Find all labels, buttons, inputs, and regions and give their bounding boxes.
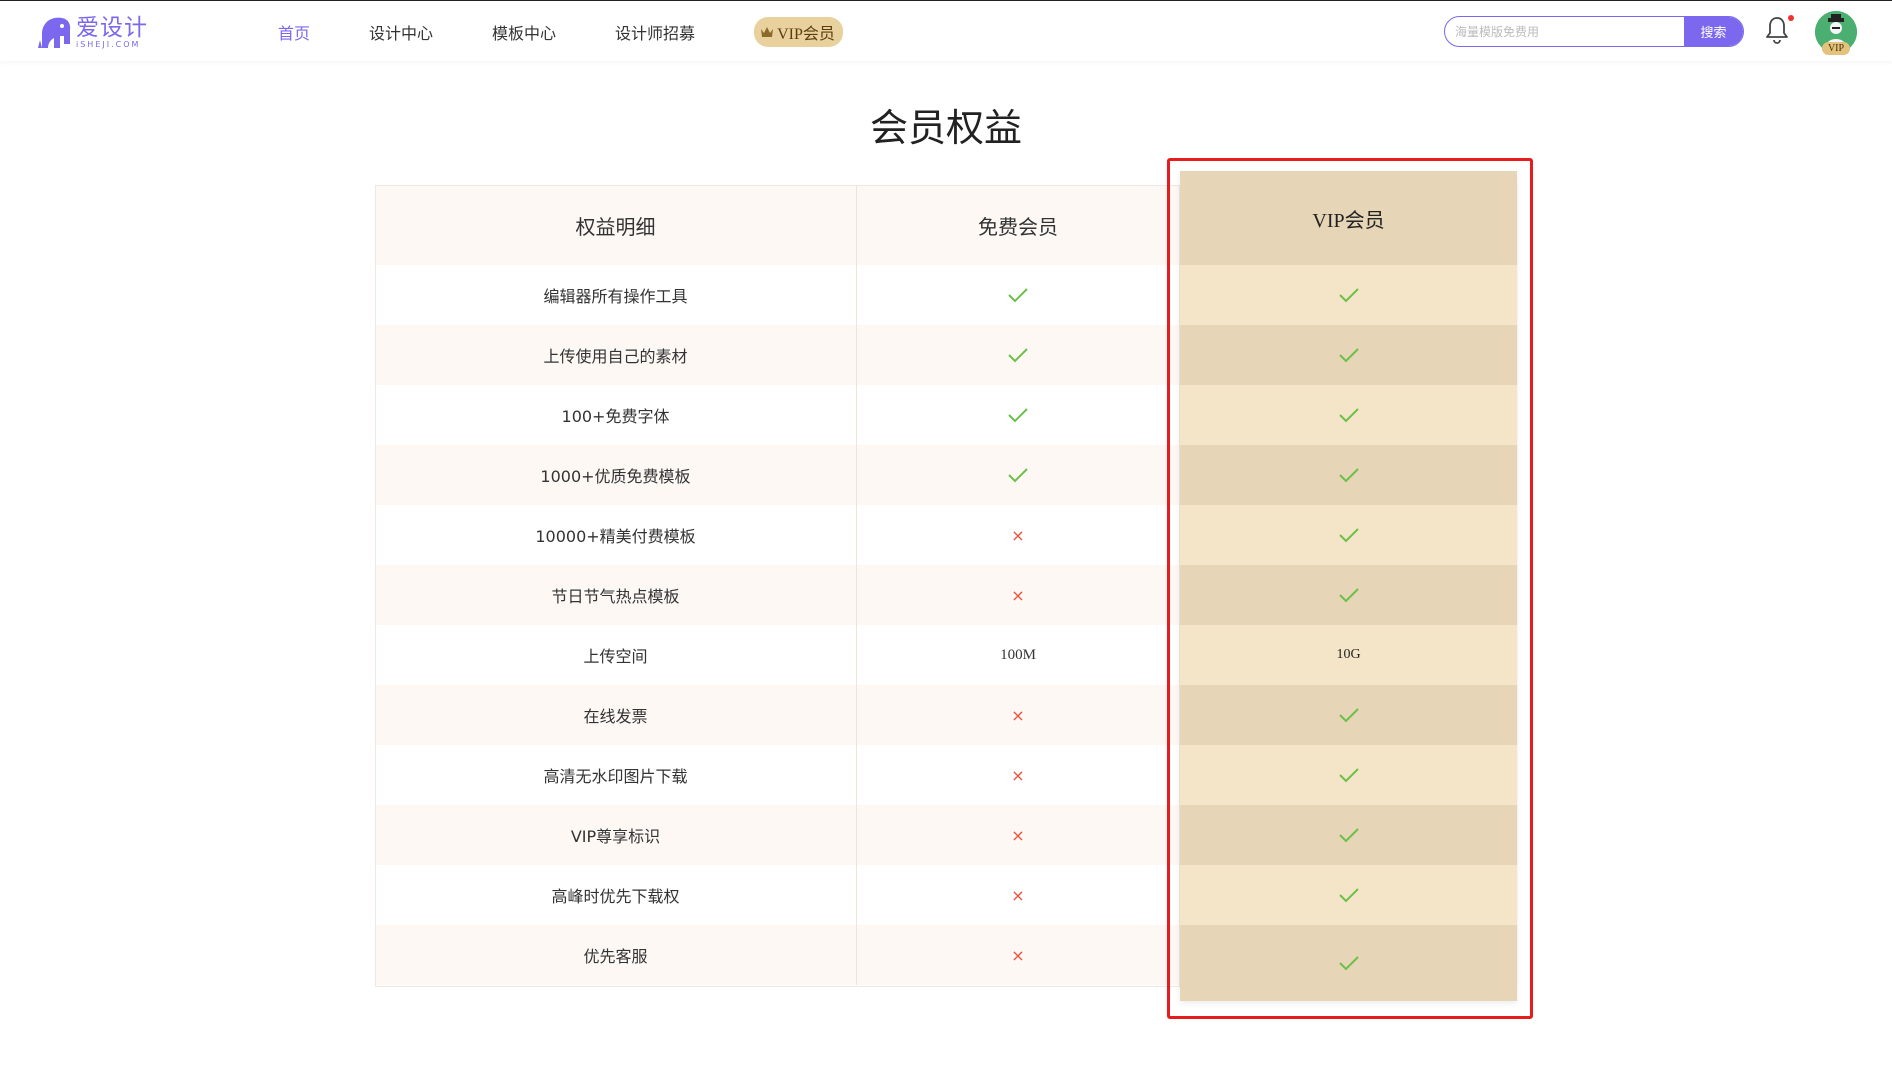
check-icon	[1338, 588, 1359, 603]
benefit-name: 100+免费字体	[375, 385, 857, 445]
elephant-logo-icon	[38, 17, 71, 48]
vip-value	[1180, 865, 1517, 925]
check-icon	[1338, 408, 1359, 423]
check-icon	[1008, 408, 1028, 423]
benefit-name: 在线发票	[375, 685, 857, 745]
check-icon	[1338, 468, 1359, 483]
benefit-name: 上传使用自己的素材	[375, 325, 857, 385]
benefit-name: VIP尊享标识	[375, 805, 857, 865]
check-icon	[1338, 528, 1359, 543]
search-button[interactable]: 搜索	[1684, 17, 1743, 46]
benefit-name: 1000+优质免费模板	[375, 445, 857, 505]
benefit-name: 编辑器所有操作工具	[375, 265, 857, 325]
free-value	[857, 325, 1179, 385]
cross-icon: ×	[1011, 885, 1025, 905]
vip-value	[1180, 685, 1517, 745]
vip-value-text: 10G	[1336, 647, 1361, 662]
free-value	[857, 385, 1179, 445]
page-title: 会员权益	[863, 105, 1029, 151]
top-nav-bar: 爱设计 iSHEJI.COM 首页 设计中心 模板中心 设计师招募 VIP会员 …	[0, 0, 1892, 61]
vip-value	[1180, 385, 1517, 445]
free-value: ×	[857, 685, 1179, 745]
free-value	[857, 265, 1179, 325]
nav-designer-recruit[interactable]: 设计师招募	[615, 20, 695, 44]
check-icon	[1338, 288, 1359, 303]
main-nav: 首页 设计中心 模板中心 设计师招募 VIP会员	[278, 1, 843, 62]
search-box: 搜索	[1444, 16, 1744, 47]
vip-value	[1180, 745, 1517, 805]
nav-template-center[interactable]: 模板中心	[492, 20, 556, 44]
cross-icon: ×	[1011, 825, 1025, 845]
free-value: ×	[857, 865, 1179, 925]
cross-icon: ×	[1011, 765, 1025, 785]
vip-value	[1180, 565, 1517, 625]
header-free: 免费会员	[978, 214, 1058, 239]
free-value: ×	[857, 925, 1179, 985]
check-icon	[1338, 956, 1359, 971]
benefit-name: 高峰时优先下载权	[375, 865, 857, 925]
check-icon	[1338, 348, 1359, 363]
check-icon	[1008, 468, 1028, 483]
check-icon	[1338, 708, 1359, 723]
check-icon	[1008, 288, 1028, 303]
vip-column: VIP会员 10G	[1180, 171, 1517, 1001]
cross-icon: ×	[1011, 525, 1025, 545]
nav-design-center[interactable]: 设计中心	[369, 20, 433, 44]
free-value: 100M	[857, 625, 1179, 685]
benefit-name: 优先客服	[375, 925, 857, 985]
benefit-name: 高清无水印图片下载	[375, 745, 857, 805]
cross-icon: ×	[1011, 705, 1025, 725]
check-icon	[1338, 888, 1359, 903]
free-value: ×	[857, 805, 1179, 865]
bell-icon[interactable]	[1763, 15, 1791, 45]
vip-value	[1180, 445, 1517, 505]
vip-value	[1180, 325, 1517, 385]
vip-value	[1180, 925, 1517, 1001]
nav-home[interactable]: 首页	[278, 20, 310, 44]
nav-vip-label: VIP会员	[777, 25, 835, 43]
logo-en-text: iSHEJI.COM	[76, 40, 141, 49]
avatar-vip-badge: VIP	[1822, 42, 1850, 55]
cross-icon: ×	[1011, 585, 1025, 605]
crown-icon	[761, 26, 774, 37]
vip-value	[1180, 505, 1517, 565]
vip-value	[1180, 265, 1517, 325]
check-icon	[1008, 348, 1028, 363]
benefit-name: 10000+精美付费模板	[375, 505, 857, 565]
logo-cn-text: 爱设计	[76, 15, 148, 41]
vip-value	[1180, 805, 1517, 865]
header-benefit: 权益明细	[375, 185, 857, 265]
nav-vip-button[interactable]: VIP会员	[754, 16, 843, 47]
benefit-name: 节日节气热点模板	[375, 565, 857, 625]
check-icon	[1338, 828, 1359, 843]
header-vip: VIP会员	[1180, 171, 1517, 265]
free-value: ×	[857, 565, 1179, 625]
page-title-container: 会员权益	[0, 105, 1892, 151]
search-input[interactable]	[1445, 17, 1684, 46]
check-icon	[1338, 768, 1359, 783]
free-value: ×	[857, 505, 1179, 565]
cross-icon: ×	[1011, 945, 1025, 965]
notification-dot	[1788, 15, 1794, 21]
site-logo[interactable]: 爱设计 iSHEJI.COM	[36, 13, 148, 53]
free-value-text: 100M	[1000, 646, 1036, 663]
vip-value: 10G	[1180, 625, 1517, 685]
benefit-name: 上传空间	[375, 625, 857, 685]
free-value: ×	[857, 745, 1179, 805]
free-value	[857, 445, 1179, 505]
